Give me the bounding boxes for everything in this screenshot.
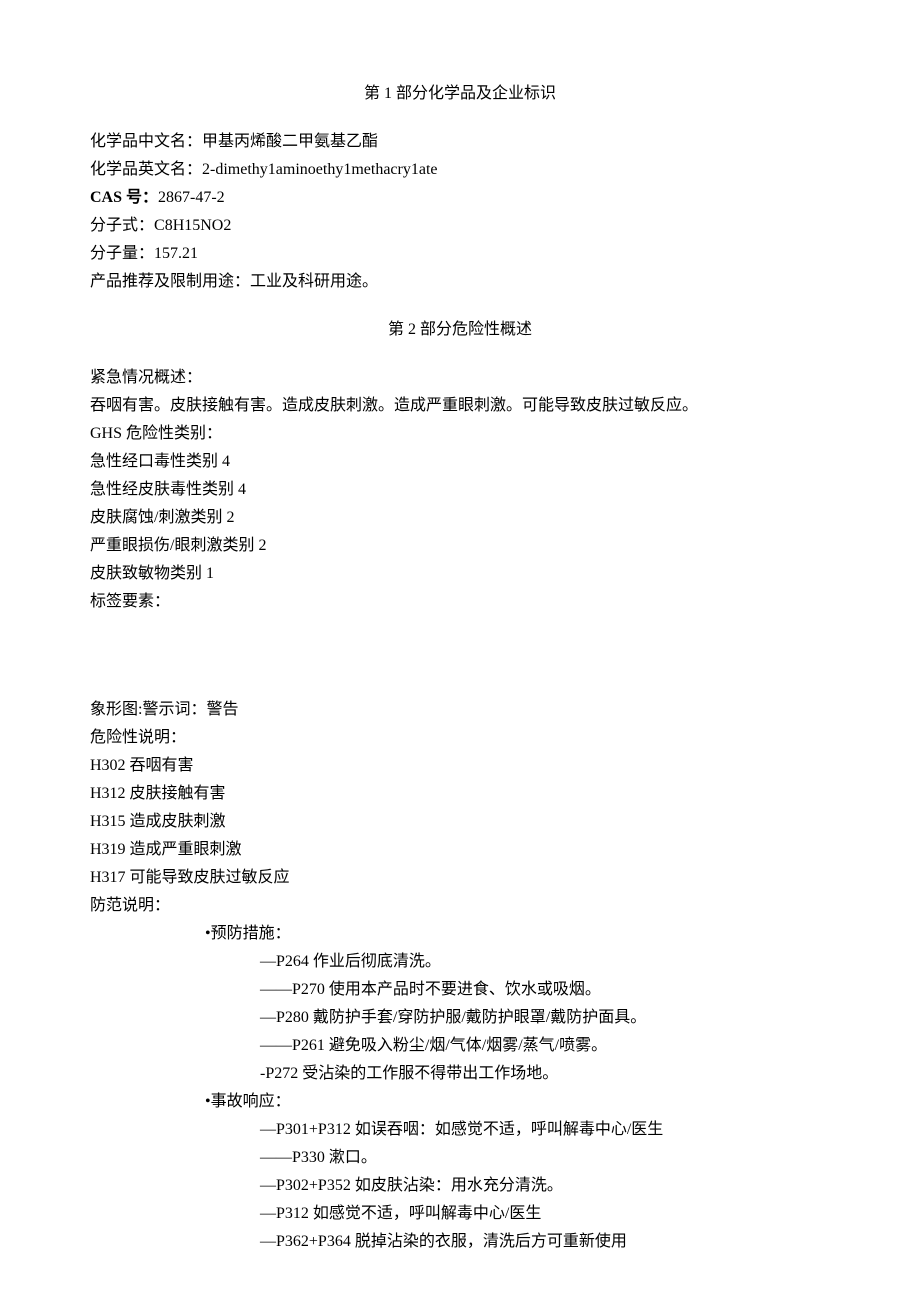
emergency-text: 吞咽有害。皮肤接触有害。造成皮肤刺激。造成严重眼刺激。可能导致皮肤过敏反应。 <box>90 392 830 420</box>
label: 分子式： <box>90 217 154 234</box>
prevention-item: ——P270 使用本产品时不要进食、饮水或吸烟。 <box>90 976 830 1004</box>
ghs-item: 急性经口毒性类别 4 <box>90 448 830 476</box>
ghs-item: 皮肤致敏物类别 1 <box>90 560 830 588</box>
ghs-label: GHS 危险性类别： <box>90 420 830 448</box>
section1-title: 第 1 部分化学品及企业标识 <box>90 80 830 108</box>
hazard-item: H302 吞咽有害 <box>90 752 830 780</box>
response-item: —P301+P312 如误吞咽：如感觉不适，呼叫解毒中心/医生 <box>90 1116 830 1144</box>
field-mw: 分子量：157.21 <box>90 240 830 268</box>
prevention-item: —P280 戴防护手套/穿防护服/戴防护眼罩/戴防护面具。 <box>90 1004 830 1032</box>
prevention-item: ——P261 避免吸入粉尘/烟/气体/烟雾/蒸气/喷雾。 <box>90 1032 830 1060</box>
value: 甲基丙烯酸二甲氨基乙酯 <box>202 133 378 150</box>
section2-title: 第 2 部分危险性概述 <box>90 316 830 344</box>
label: 产品推荐及限制用途： <box>90 273 250 290</box>
ghs-item: 皮肤腐蚀/刺激类别 2 <box>90 504 830 532</box>
label: CAS 号： <box>90 189 158 206</box>
field-use: 产品推荐及限制用途：工业及科研用途。 <box>90 268 830 296</box>
hazard-item: H312 皮肤接触有害 <box>90 780 830 808</box>
field-name-en: 化学品英文名：2-dimethy1aminoethy1methacry1ate <box>90 156 830 184</box>
field-formula: 分子式：C8H15NO2 <box>90 212 830 240</box>
hazard-item: H319 造成严重眼刺激 <box>90 836 830 864</box>
prevention-label: •预防措施： <box>90 920 830 948</box>
value: 工业及科研用途。 <box>250 273 378 290</box>
section2-body: 紧急情况概述： 吞咽有害。皮肤接触有害。造成皮肤刺激。造成严重眼刺激。可能导致皮… <box>90 364 830 1256</box>
field-name-cn: 化学品中文名：甲基丙烯酸二甲氨基乙酯 <box>90 128 830 156</box>
ghs-item: 急性经皮肤毒性类别 4 <box>90 476 830 504</box>
ghs-item: 严重眼损伤/眼刺激类别 2 <box>90 532 830 560</box>
value: C8H15NO2 <box>154 217 231 234</box>
response-label: •事故响应： <box>90 1088 830 1116</box>
section1-body: 化学品中文名：甲基丙烯酸二甲氨基乙酯 化学品英文名：2-dimethy1amin… <box>90 128 830 296</box>
hazard-item: H317 可能导致皮肤过敏反应 <box>90 864 830 892</box>
value: 2-dimethy1aminoethy1methacry1ate <box>202 161 437 178</box>
hazard-label: 危险性说明： <box>90 724 830 752</box>
pictogram-line: 象形图:警示词：警告 <box>90 696 830 724</box>
label: 化学品中文名： <box>90 133 202 150</box>
value: 2867-47-2 <box>158 189 225 206</box>
emergency-label: 紧急情况概述： <box>90 364 830 392</box>
field-cas: CAS 号：2867-47-2 <box>90 184 830 212</box>
precaution-label: 防范说明： <box>90 892 830 920</box>
prevention-item: -P272 受沾染的工作服不得带出工作场地。 <box>90 1060 830 1088</box>
label: 化学品英文名： <box>90 161 202 178</box>
label-elements: 标签要素： <box>90 588 830 616</box>
response-item: —P302+P352 如皮肤沾染：用水充分清洗。 <box>90 1172 830 1200</box>
prevention-item: —P264 作业后彻底清洗。 <box>90 948 830 976</box>
hazard-item: H315 造成皮肤刺激 <box>90 808 830 836</box>
label: 分子量： <box>90 245 154 262</box>
response-item: —P312 如感觉不适，呼叫解毒中心/医生 <box>90 1200 830 1228</box>
pictogram-space <box>90 616 830 696</box>
response-item: —P362+P364 脱掉沾染的衣服，清洗后方可重新使用 <box>90 1228 830 1256</box>
value: 157.21 <box>154 245 198 262</box>
response-item: ——P330 漱口。 <box>90 1144 830 1172</box>
